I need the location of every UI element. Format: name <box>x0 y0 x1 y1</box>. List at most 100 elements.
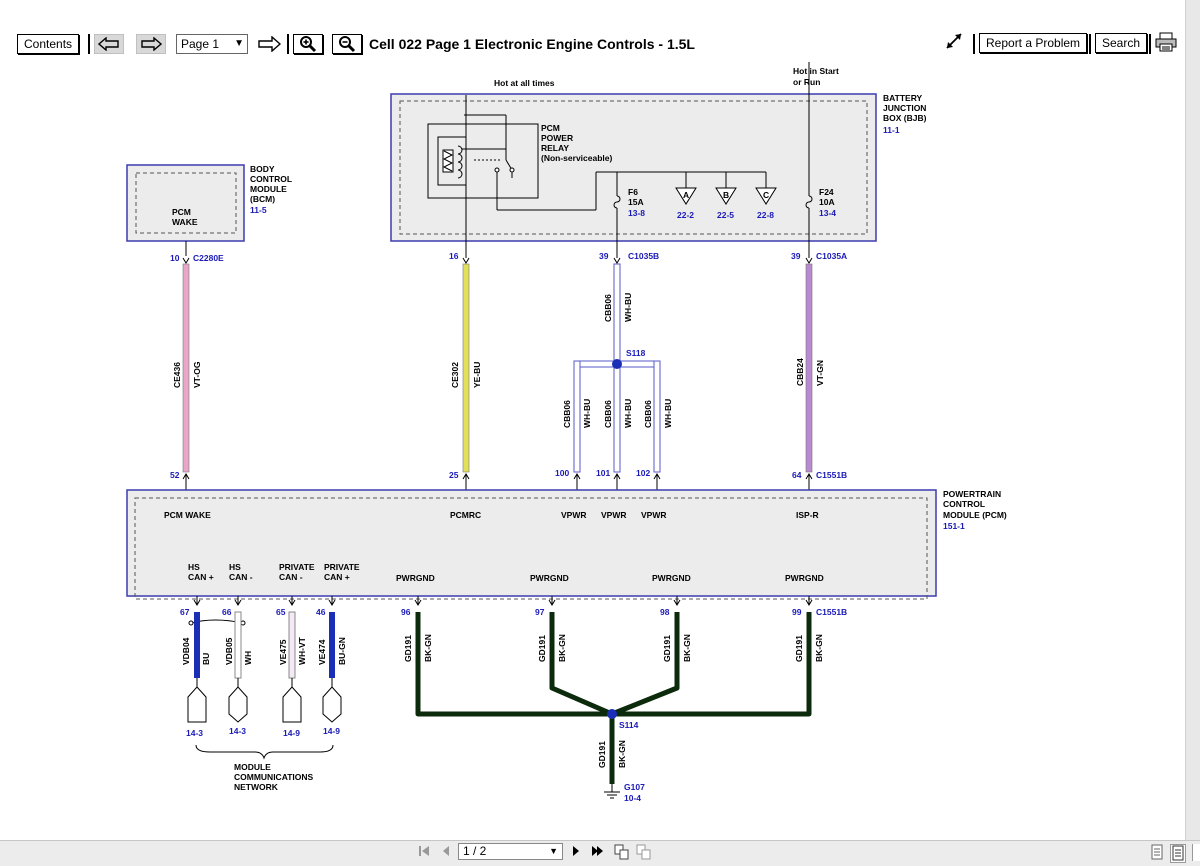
signal-label: PWRGND <box>652 573 691 583</box>
wire-id-label: GD191 <box>662 635 672 662</box>
wire-ce302 <box>462 263 470 473</box>
bcm-title: BODY <box>250 164 275 174</box>
wire-color-label: VT-GN <box>815 360 825 386</box>
single-page-icon <box>1151 844 1163 860</box>
bcm-ref: 11-5 <box>250 205 267 215</box>
network-label: NETWORK <box>234 782 279 792</box>
wire-color-label: YE-BU <box>472 362 482 388</box>
wire-id-label: VE474 <box>317 639 327 665</box>
connector-ref: 14-9 <box>283 728 300 738</box>
connector-label: C1035B <box>628 251 659 261</box>
signal-label: CAN - <box>229 572 253 582</box>
wire-color-label: WH-BU <box>663 399 673 428</box>
ground-wires <box>415 612 812 784</box>
splice-s114-icon <box>607 709 617 719</box>
network-bracket <box>195 744 334 760</box>
wire-cbb06-main <box>613 263 621 365</box>
pcm-wake-output-label: WAKE <box>172 217 198 227</box>
wire-id-label: CBB06 <box>562 400 572 428</box>
wire-color-label: BK-GN <box>557 634 567 662</box>
fuse-f6-ref: 13-8 <box>628 208 645 218</box>
network-label: COMMUNICATIONS <box>234 772 313 782</box>
wire-ve475 <box>288 611 296 679</box>
wire-ce436 <box>182 263 190 473</box>
copy-button[interactable] <box>636 844 652 861</box>
pin-label: 100 <box>555 468 569 478</box>
pin-label: 97 <box>535 607 545 617</box>
wire-id-label: GD191 <box>597 741 607 768</box>
pcm-title: MODULE (PCM) <box>943 510 1007 520</box>
continuous-page-icon <box>1172 845 1184 861</box>
pcm-title: CONTROL <box>943 499 985 509</box>
connector-label: C1551B <box>816 470 847 480</box>
pin-label: 39 <box>791 251 801 261</box>
pin-label: 10 <box>170 253 180 263</box>
last-page-button[interactable] <box>590 844 606 861</box>
pcm-ref: 151-1 <box>943 521 965 531</box>
connector-a-ref: 22-2 <box>677 210 694 220</box>
wire-id-label: CBB06 <box>603 400 613 428</box>
page-indicator: 1 / 2 <box>463 844 487 858</box>
wire-gd191 <box>612 612 812 717</box>
pin-label: 16 <box>449 251 459 261</box>
wire-color-label: BU-GN <box>337 637 347 665</box>
wire-color-label: WH-BU <box>582 399 592 428</box>
signal-label: VPWR <box>561 510 587 520</box>
single-page-view-button[interactable] <box>1150 844 1164 861</box>
relay-label: PCM <box>541 123 560 133</box>
signal-label: PCM WAKE <box>164 510 211 520</box>
fuse-f6-label: F6 <box>628 187 638 197</box>
bjb-title: JUNCTION <box>883 103 926 113</box>
next-button[interactable] <box>570 844 582 861</box>
signal-label: PRIVATE <box>324 562 360 572</box>
pin-label: 65 <box>276 607 286 617</box>
splice-s118-icon <box>612 359 622 369</box>
wire-color-label: BK-GN <box>423 634 433 662</box>
network-label: MODULE <box>234 762 271 772</box>
splice-s118-label: S118 <box>626 348 646 358</box>
connector-ref: 14-3 <box>229 726 246 736</box>
ground-ref: 10-4 <box>624 793 641 803</box>
copy-icon <box>636 844 651 860</box>
bjb-title: BOX (BJB) <box>883 113 927 123</box>
chevron-right-icon <box>573 846 579 856</box>
document-viewer: Contents Page 1 ▼ Cell 022 Page 1 Electro… <box>0 0 1200 840</box>
wire-color-label: BK-GN <box>617 740 627 768</box>
splice-s114-label: S114 <box>619 720 639 730</box>
hot-start-run-label: Hot in Start <box>793 66 839 76</box>
pin-label: 46 <box>316 607 326 617</box>
wire-id-label: VE475 <box>278 639 288 665</box>
connector-c-ref: 22-8 <box>757 210 774 220</box>
wire-id-label: GD191 <box>794 635 804 662</box>
view-button-edge[interactable] <box>1192 844 1200 861</box>
connector-pin-icon <box>187 686 207 723</box>
signal-label: CAN + <box>324 572 350 582</box>
first-page-button[interactable] <box>417 844 431 861</box>
connector-pin-icon <box>228 686 248 723</box>
connector-pin-icon <box>282 686 302 723</box>
wire-color-label: BU <box>201 653 211 665</box>
relay-label: RELAY <box>541 143 569 153</box>
vertical-scrollbar[interactable] <box>1185 0 1200 840</box>
signal-label: HS <box>229 562 241 572</box>
wiring-diagram: Hot at all times Hot in Start or Run BAT… <box>126 62 1007 803</box>
continuous-view-button[interactable] <box>1170 844 1186 863</box>
wire-id-label: CBB24 <box>795 358 805 386</box>
wire-gd191 <box>549 612 613 717</box>
previous-button[interactable] <box>440 844 452 861</box>
relay-label: (Non-serviceable) <box>541 153 612 163</box>
ground-label: G107 <box>624 782 645 792</box>
page-layout-button[interactable] <box>614 844 630 861</box>
chevron-left-icon <box>443 846 449 856</box>
pin-label: 67 <box>180 607 190 617</box>
pin-label: 66 <box>222 607 232 617</box>
fuse-f24-label: 10A <box>819 197 835 207</box>
signal-label: PWRGND <box>396 573 435 583</box>
page-number-input[interactable]: 1 / 2 ▼ <box>458 843 563 860</box>
fuse-f24-label: F24 <box>819 187 834 197</box>
wire-color-label: BK-GN <box>682 634 692 662</box>
wire-color-label: WH-BU <box>623 293 633 322</box>
connector-b-label: B <box>723 190 729 200</box>
wire-id-label: GD191 <box>537 635 547 662</box>
connector-label: C2280E <box>193 253 224 263</box>
